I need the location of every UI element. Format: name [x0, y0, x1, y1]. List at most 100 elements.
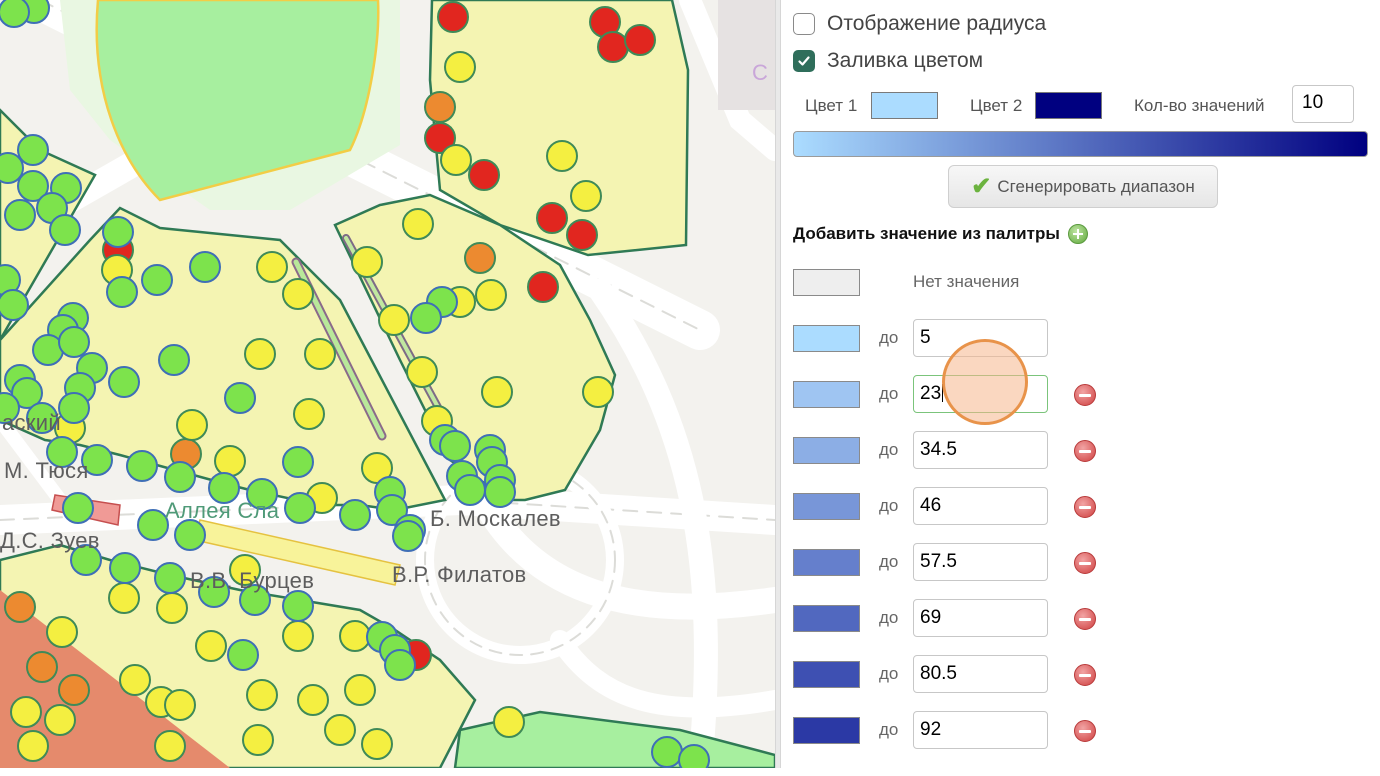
tree-marker[interactable]: [164, 461, 196, 493]
tree-marker[interactable]: [176, 409, 208, 441]
tree-marker[interactable]: [493, 706, 525, 738]
tree-marker[interactable]: [189, 251, 221, 283]
tree-marker[interactable]: [468, 159, 500, 191]
tree-marker[interactable]: [214, 445, 246, 477]
tree-marker[interactable]: [17, 134, 49, 166]
map-canvas[interactable]: [0, 0, 775, 768]
tree-marker[interactable]: [481, 376, 513, 408]
tree-marker[interactable]: [406, 356, 438, 388]
tree-marker[interactable]: [484, 476, 516, 508]
tree-marker[interactable]: [378, 304, 410, 336]
tree-marker[interactable]: [282, 446, 314, 478]
tree-marker[interactable]: [126, 450, 158, 482]
show-radius-checkbox[interactable]: [793, 13, 815, 35]
tree-marker[interactable]: [297, 684, 329, 716]
tree-marker[interactable]: [339, 499, 371, 531]
range-color-swatch[interactable]: [793, 381, 860, 408]
no-value-swatch[interactable]: [793, 269, 860, 296]
tree-marker[interactable]: [439, 430, 471, 462]
range-color-swatch[interactable]: [793, 325, 860, 352]
tree-marker[interactable]: [437, 1, 469, 33]
color2-picker[interactable]: [1035, 92, 1102, 119]
color1-picker[interactable]: [871, 92, 938, 119]
tree-marker[interactable]: [282, 278, 314, 310]
tree-marker[interactable]: [678, 744, 710, 768]
remove-range-icon[interactable]: [1074, 496, 1096, 518]
tree-marker[interactable]: [527, 271, 559, 303]
range-color-swatch[interactable]: [793, 549, 860, 576]
remove-range-icon[interactable]: [1074, 552, 1096, 574]
tree-marker[interactable]: [293, 398, 325, 430]
tree-marker[interactable]: [424, 91, 456, 123]
tree-marker[interactable]: [102, 216, 134, 248]
tree-marker[interactable]: [158, 344, 190, 376]
tree-marker[interactable]: [475, 279, 507, 311]
tree-marker[interactable]: [392, 520, 424, 552]
tree-marker[interactable]: [384, 649, 416, 681]
tree-marker[interactable]: [624, 24, 656, 56]
tree-marker[interactable]: [244, 338, 276, 370]
tree-marker[interactable]: [242, 724, 274, 756]
tree-marker[interactable]: [10, 696, 42, 728]
map-view[interactable]: аский М. Тюся Аллея Сла Б. Москалев Д.С.…: [0, 0, 775, 768]
fill-color-option[interactable]: Заливка цветом: [793, 46, 983, 76]
tree-marker[interactable]: [410, 302, 442, 334]
range-color-swatch[interactable]: [793, 717, 860, 744]
tree-marker[interactable]: [108, 582, 140, 614]
tree-marker[interactable]: [570, 180, 602, 212]
range-value-input[interactable]: 34.5: [913, 431, 1048, 469]
tree-marker[interactable]: [444, 51, 476, 83]
tree-marker[interactable]: [282, 590, 314, 622]
tree-marker[interactable]: [536, 202, 568, 234]
fill-color-checkbox[interactable]: [793, 50, 815, 72]
range-value-input[interactable]: 80.5: [913, 655, 1048, 693]
tree-marker[interactable]: [0, 0, 30, 28]
tree-marker[interactable]: [137, 509, 169, 541]
tree-marker[interactable]: [282, 620, 314, 652]
show-radius-option[interactable]: Отображение радиуса: [793, 9, 1046, 39]
range-color-swatch[interactable]: [793, 437, 860, 464]
tree-marker[interactable]: [324, 714, 356, 746]
tree-marker[interactable]: [58, 392, 90, 424]
range-color-swatch[interactable]: [793, 661, 860, 688]
range-value-input[interactable]: 92: [913, 711, 1048, 749]
tree-marker[interactable]: [351, 246, 383, 278]
range-color-swatch[interactable]: [793, 605, 860, 632]
remove-range-icon[interactable]: [1074, 664, 1096, 686]
tree-marker[interactable]: [4, 199, 36, 231]
tree-marker[interactable]: [4, 591, 36, 623]
count-input[interactable]: 10: [1292, 85, 1354, 123]
remove-range-icon[interactable]: [1074, 384, 1096, 406]
tree-marker[interactable]: [464, 242, 496, 274]
range-value-input[interactable]: 69: [913, 599, 1048, 637]
tree-marker[interactable]: [49, 214, 81, 246]
tree-marker[interactable]: [108, 366, 140, 398]
range-value-input[interactable]: 57.5: [913, 543, 1048, 581]
tree-marker[interactable]: [174, 519, 206, 551]
tree-marker[interactable]: [440, 144, 472, 176]
tree-marker[interactable]: [119, 664, 151, 696]
tree-marker[interactable]: [246, 679, 278, 711]
tree-marker[interactable]: [224, 382, 256, 414]
plus-circle-icon[interactable]: [1067, 224, 1088, 244]
tree-marker[interactable]: [58, 674, 90, 706]
remove-range-icon[interactable]: [1074, 720, 1096, 742]
tree-marker[interactable]: [62, 492, 94, 524]
tree-marker[interactable]: [154, 562, 186, 594]
range-color-swatch[interactable]: [793, 493, 860, 520]
range-value-input[interactable]: 23: [913, 375, 1048, 413]
tree-marker[interactable]: [227, 639, 259, 671]
tree-marker[interactable]: [597, 31, 629, 63]
tree-marker[interactable]: [141, 264, 173, 296]
tree-marker[interactable]: [339, 620, 371, 652]
tree-marker[interactable]: [154, 730, 186, 762]
tree-marker[interactable]: [454, 474, 486, 506]
tree-marker[interactable]: [546, 140, 578, 172]
tree-marker[interactable]: [58, 326, 90, 358]
generate-range-button[interactable]: ✔ Сгенерировать диапазон: [948, 165, 1218, 208]
tree-marker[interactable]: [156, 592, 188, 624]
remove-range-icon[interactable]: [1074, 608, 1096, 630]
range-value-input[interactable]: 46: [913, 487, 1048, 525]
tree-marker[interactable]: [0, 289, 29, 321]
remove-range-icon[interactable]: [1074, 440, 1096, 462]
